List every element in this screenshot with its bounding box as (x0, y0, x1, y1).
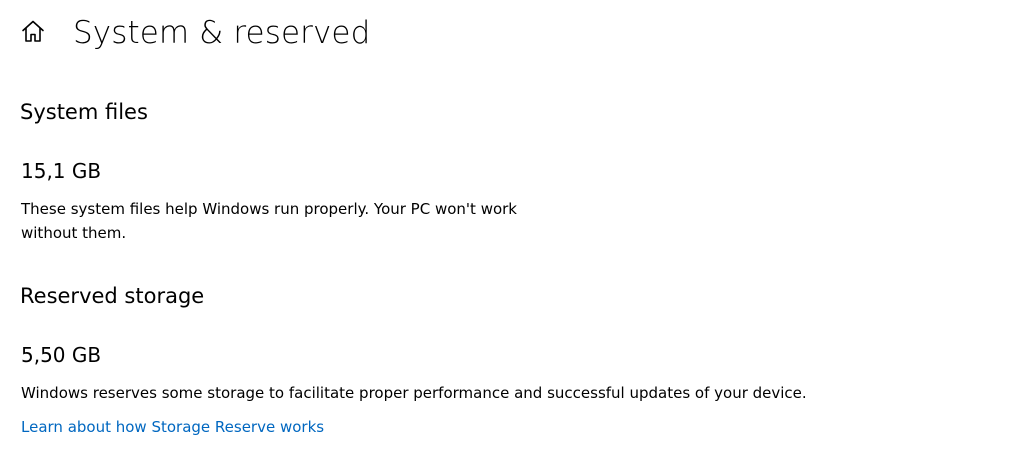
system-files-description: These system files help Windows run prop… (21, 200, 517, 242)
reserved-storage-size: 5,50 GB (21, 343, 102, 367)
page-title: System & reserved (73, 15, 371, 51)
reserved-storage-description: Windows reserves some storage to facilit… (21, 384, 807, 402)
system-files-size: 15,1 GB (21, 159, 102, 183)
system-files-title: System files (20, 100, 148, 124)
home-button[interactable] (20, 12, 50, 54)
home-icon (20, 18, 46, 48)
reserved-storage-title: Reserved storage (20, 284, 205, 308)
page-header: System & reserved (20, 12, 370, 54)
settings-page: System & reserved System files 15,1 GB T… (0, 0, 1026, 459)
storage-reserve-learn-more-link[interactable]: Learn about how Storage Reserve works (21, 416, 324, 438)
